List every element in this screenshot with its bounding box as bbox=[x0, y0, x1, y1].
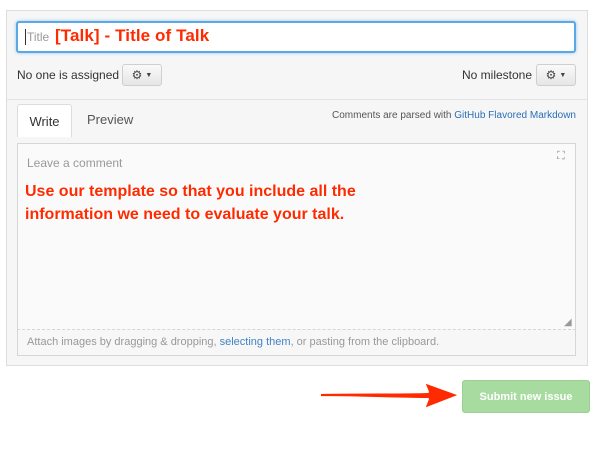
text-caret bbox=[25, 29, 26, 45]
annotation-arrow bbox=[319, 381, 461, 410]
attach-hint: Attach images by dragging & dropping, se… bbox=[27, 336, 439, 348]
markdown-note: Comments are parsed with GitHub Flavored… bbox=[332, 110, 576, 121]
resize-handle-icon[interactable]: ◢ bbox=[564, 317, 572, 328]
assignee-gear-button[interactable]: ⚙ ▼ bbox=[122, 64, 162, 86]
gear-icon: ⚙ bbox=[545, 68, 557, 82]
chevron-down-icon: ▼ bbox=[559, 71, 567, 79]
assignee-status: No one is assigned bbox=[17, 68, 120, 82]
milestone-gear-button[interactable]: ⚙ ▼ bbox=[536, 64, 576, 86]
attach-suffix: , or pasting from the clipboard. bbox=[290, 336, 440, 348]
annotation-title-hint: [Talk] - Title of Talk bbox=[55, 26, 210, 45]
submit-new-issue-button[interactable]: Submit new issue bbox=[462, 380, 590, 413]
arrow-shape bbox=[319, 381, 461, 410]
select-files-link[interactable]: selecting them bbox=[220, 336, 291, 348]
chevron-down-icon: ▼ bbox=[145, 71, 153, 79]
markdown-note-text: Comments are parsed with bbox=[332, 110, 455, 121]
markdown-help-link[interactable]: GitHub Flavored Markdown bbox=[454, 110, 576, 121]
milestone-status: No milestone bbox=[462, 68, 533, 82]
divider bbox=[7, 99, 587, 100]
tab-write[interactable]: Write bbox=[17, 104, 72, 137]
fullscreen-icon[interactable]: ⛶ bbox=[557, 150, 565, 163]
comment-textarea[interactable] bbox=[17, 143, 576, 329]
title-placeholder: Title bbox=[27, 30, 50, 44]
gear-icon: ⚙ bbox=[131, 68, 143, 82]
tab-preview[interactable]: Preview bbox=[87, 112, 133, 127]
attach-prefix: Attach images by dragging & dropping, bbox=[27, 336, 220, 348]
comment-placeholder: Leave a comment bbox=[27, 156, 123, 170]
annotation-body-hint: Use our template so that you include all… bbox=[25, 183, 356, 223]
